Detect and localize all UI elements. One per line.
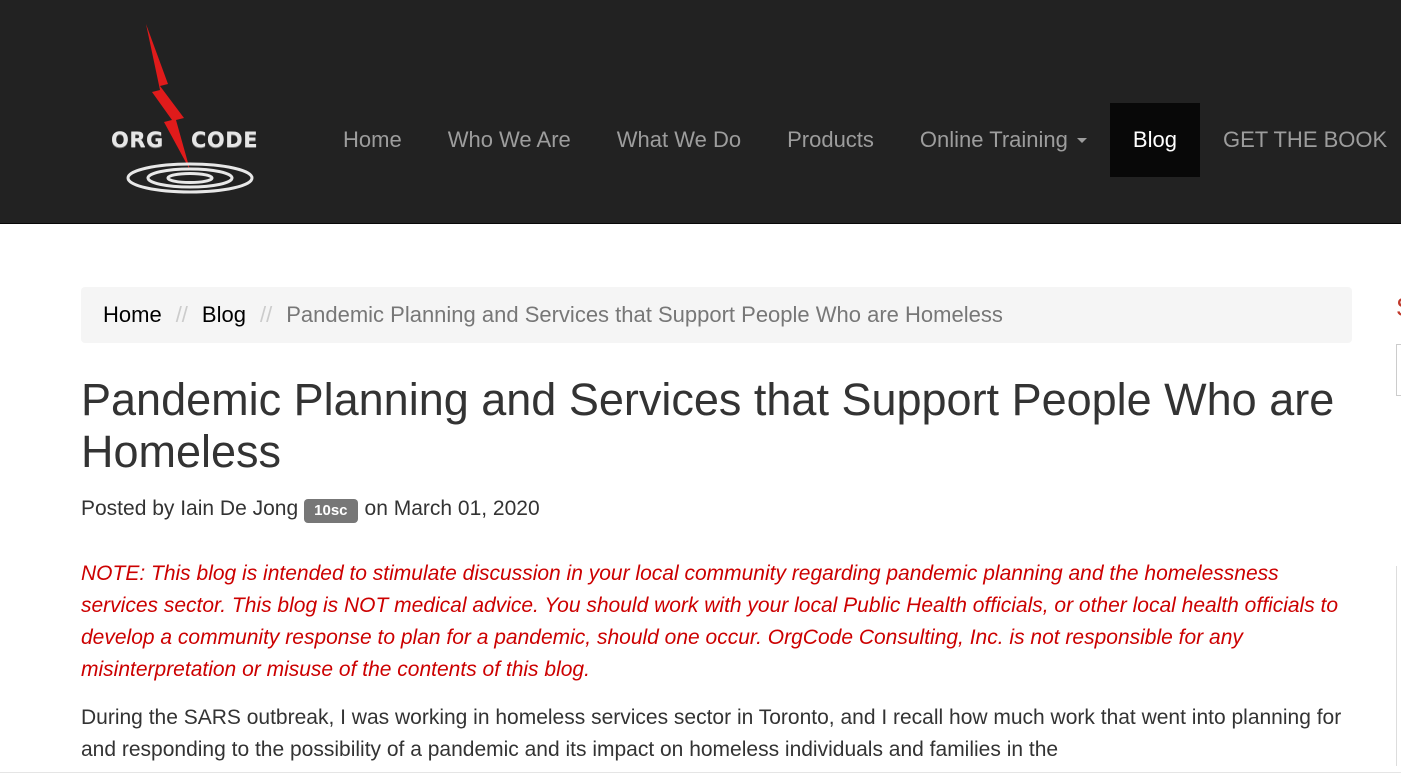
nav-item-label: GET THE BOOK (1222, 127, 1388, 152)
nav-item-label: Blog (1132, 127, 1177, 152)
post-date: on March 01, 2020 (364, 497, 540, 520)
nav-item-products[interactable]: Products (764, 103, 897, 177)
main-nav: Home Who We Are What We Do Products Onli… (320, 103, 1401, 177)
post-title: Pandemic Planning and Services that Supp… (81, 374, 1335, 477)
breadcrumb-current: Pandemic Planning and Services that Supp… (286, 302, 1003, 327)
breadcrumb-separator: // (175, 302, 188, 327)
breadcrumb-blog-link[interactable]: Blog (202, 302, 246, 328)
author-badge: 10sc (304, 499, 358, 523)
sidebar-panel-edge (1396, 566, 1401, 766)
post-author: Posted by Iain De Jong (81, 497, 299, 520)
post-body-paragraph: During the SARS outbreak, I was working … (81, 706, 1342, 761)
logo-text-org: ORG (111, 128, 164, 152)
nav-item-online-training[interactable]: Online Training (897, 103, 1110, 177)
post-meta: Posted by Iain De Jong 10sc on March 01,… (81, 495, 540, 523)
logo-text-code: CODE (191, 128, 259, 152)
breadcrumb: Home // Blog // Pandemic Planning and Se… (81, 287, 1352, 343)
nav-item-label: What We Do (616, 127, 742, 152)
divider (0, 772, 1401, 773)
nav-item-home[interactable]: Home (320, 103, 425, 177)
breadcrumb-home-link[interactable]: Home (103, 302, 162, 328)
disclaimer-note: NOTE: This blog is intended to stimulate… (81, 562, 1339, 681)
breadcrumb-separator: // (259, 302, 273, 327)
caret-down-icon (1076, 137, 1087, 143)
top-navbar: ORG CODE Home Who We Are What We Do Prod… (0, 0, 1401, 224)
nav-item-get-the-book[interactable]: GET THE BOOK (1200, 103, 1401, 177)
nav-item-who-we-are[interactable]: Who We Are (425, 103, 594, 177)
lightning-logo-icon (126, 24, 254, 194)
nav-item-label: Products (787, 127, 874, 152)
orgcode-logo[interactable] (104, 22, 274, 202)
nav-item-what-we-do[interactable]: What We Do (594, 103, 764, 177)
nav-item-blog[interactable]: Blog (1109, 103, 1200, 177)
nav-item-label: Online Training (919, 127, 1068, 152)
sidebar-heading-fragment: S (1396, 292, 1401, 323)
nav-item-label: Home (343, 127, 402, 152)
sidebar-search-box-edge[interactable] (1396, 344, 1401, 396)
nav-item-label: Who We Are (447, 127, 571, 152)
